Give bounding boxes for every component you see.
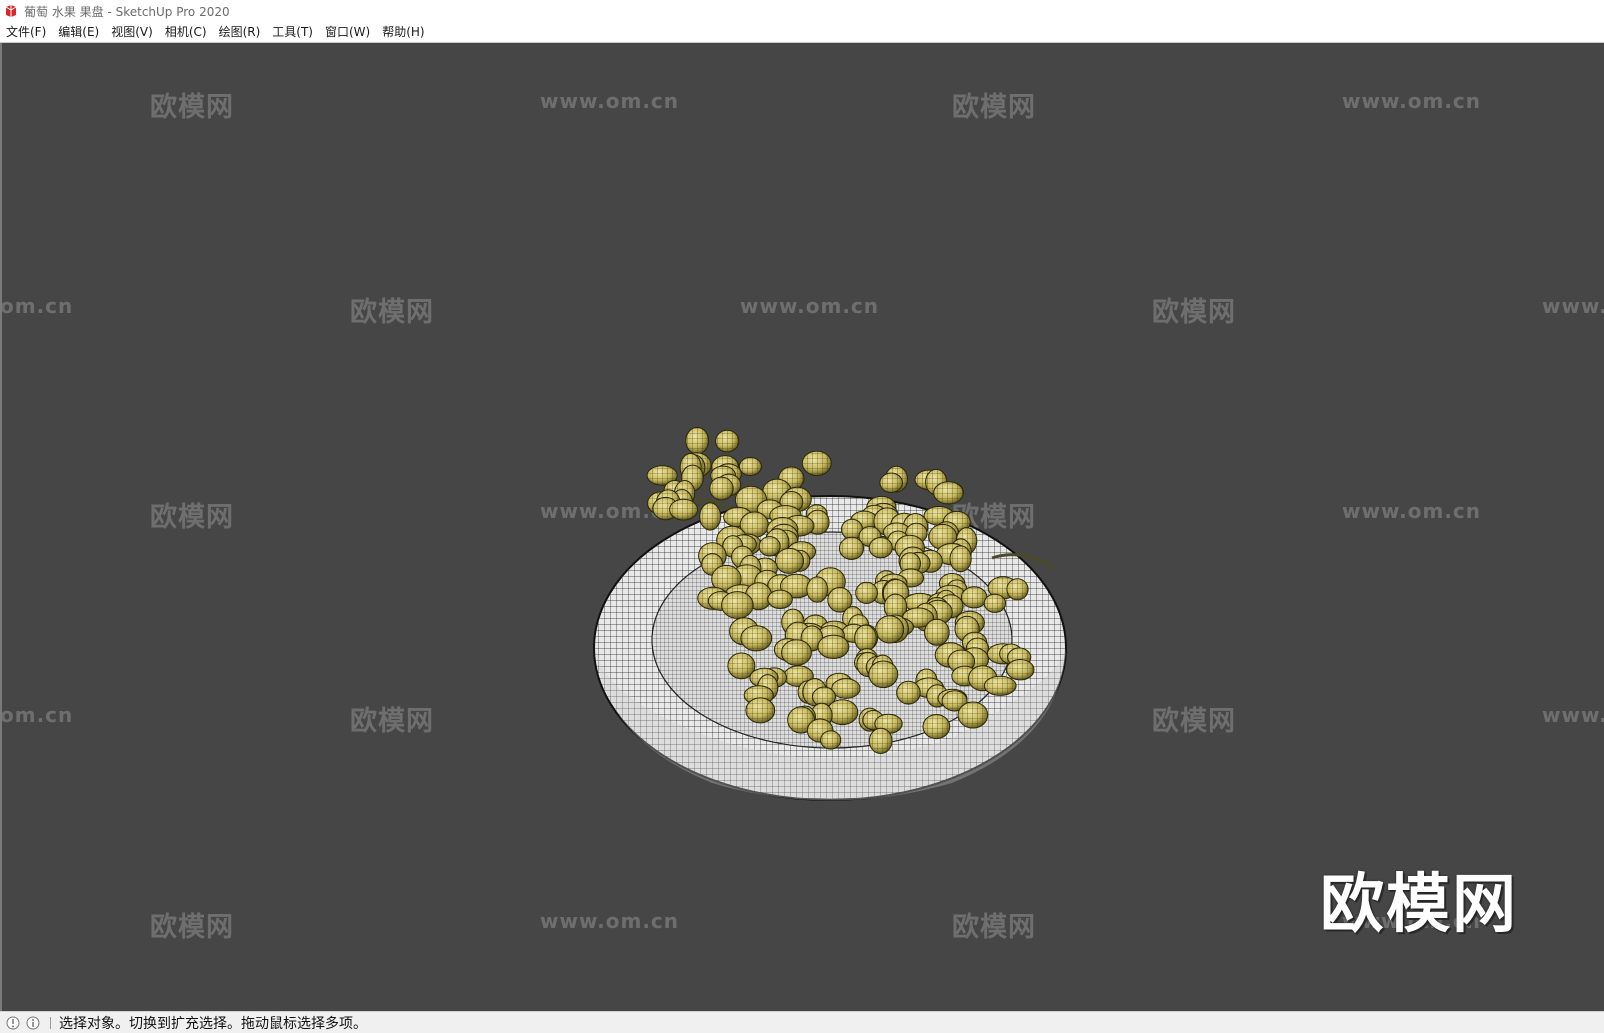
status-divider xyxy=(50,1016,51,1029)
watermark-text: 欧模网 xyxy=(150,912,234,943)
grape xyxy=(721,591,754,619)
grape xyxy=(869,728,893,754)
grape xyxy=(806,576,828,603)
grape xyxy=(699,502,721,531)
grape xyxy=(923,714,950,739)
grape xyxy=(715,430,739,452)
watermark-url: www.om.cn xyxy=(540,909,680,933)
grape xyxy=(1006,578,1029,600)
grape xyxy=(984,594,1006,613)
watermark-text: 欧模网 xyxy=(350,706,434,737)
brand-logo: 欧模网 xyxy=(1320,868,1518,942)
grape xyxy=(709,477,734,500)
status-message: 选择对象。切换到扩充选择。拖动鼠标选择多项。 xyxy=(59,1015,367,1032)
geo-location-icon[interactable] xyxy=(6,1016,20,1030)
menu-tools[interactable]: 工具(T) xyxy=(266,22,319,43)
modeling-viewport[interactable]: 欧模网 www.om.cn 欧模网 www.om.cn om.cn 欧模网 ww… xyxy=(0,43,1604,1011)
grape xyxy=(958,702,988,728)
grape xyxy=(831,678,861,699)
grape xyxy=(933,481,964,504)
sketchup-app-icon xyxy=(4,4,18,18)
watermark-text: 欧模网 xyxy=(952,92,1036,123)
grape xyxy=(868,661,898,688)
grape xyxy=(1006,659,1034,680)
grape xyxy=(924,619,950,646)
grape xyxy=(817,635,849,659)
menu-window[interactable]: 窗口(W) xyxy=(319,22,376,43)
menu-view[interactable]: 视图(V) xyxy=(105,22,159,43)
menu-edit[interactable]: 编辑(E) xyxy=(52,22,105,43)
grape xyxy=(669,499,698,520)
menu-bar: 文件(F) 编辑(E) 视图(V) 相机(C) 绘图(R) 工具(T) 窗口(W… xyxy=(0,22,1604,43)
grape xyxy=(685,427,709,454)
grape xyxy=(820,730,841,750)
grape xyxy=(854,625,877,652)
watermark-url-partial: www. xyxy=(1542,294,1604,318)
watermark-url: www.om.cn xyxy=(540,89,680,113)
grape xyxy=(775,548,804,574)
grape xyxy=(875,615,904,643)
grape xyxy=(745,697,775,723)
grape xyxy=(802,451,832,476)
status-bar: 选择对象。切换到扩充选择。拖动鼠标选择多项。 xyxy=(0,1011,1604,1033)
menu-file[interactable]: 文件(F) xyxy=(0,22,52,43)
watermark-url-partial: om.cn xyxy=(0,294,74,318)
watermark-url: www.om.cn xyxy=(1342,89,1482,113)
grape xyxy=(759,536,781,556)
watermark-text: 欧模网 xyxy=(1152,706,1236,737)
watermark-text: 欧模网 xyxy=(150,92,234,123)
grape xyxy=(896,681,921,705)
info-icon[interactable] xyxy=(26,1016,40,1030)
watermark-text: 欧模网 xyxy=(952,912,1036,943)
watermark-url-partial: om.cn xyxy=(0,703,74,727)
grape xyxy=(869,537,893,558)
grape xyxy=(961,586,987,608)
window-title: 葡萄 水果 果盘 - SketchUp Pro 2020 xyxy=(24,4,230,19)
grape xyxy=(855,582,878,604)
grape xyxy=(781,639,812,666)
grape xyxy=(984,676,1017,696)
watermark-url-partial: www. xyxy=(1542,703,1604,727)
grape xyxy=(739,457,762,476)
grape xyxy=(740,625,772,651)
watermark-text: 欧模网 xyxy=(350,297,434,328)
grape xyxy=(839,537,864,560)
grape xyxy=(950,545,972,572)
watermark-text: 欧模网 xyxy=(1152,297,1236,328)
watermark-url: www.om.cn xyxy=(1342,499,1482,523)
title-bar: 葡萄 水果 果盘 - SketchUp Pro 2020 xyxy=(0,0,1604,22)
menu-camera[interactable]: 相机(C) xyxy=(159,22,213,43)
menu-draw[interactable]: 绘图(R) xyxy=(213,22,267,43)
watermark-text: 欧模网 xyxy=(150,502,234,533)
grape xyxy=(767,590,793,609)
grape-plate-model[interactable] xyxy=(592,378,1092,828)
menu-help[interactable]: 帮助(H) xyxy=(376,22,430,43)
watermark-url: www.om.cn xyxy=(740,294,880,318)
grape xyxy=(879,473,903,493)
